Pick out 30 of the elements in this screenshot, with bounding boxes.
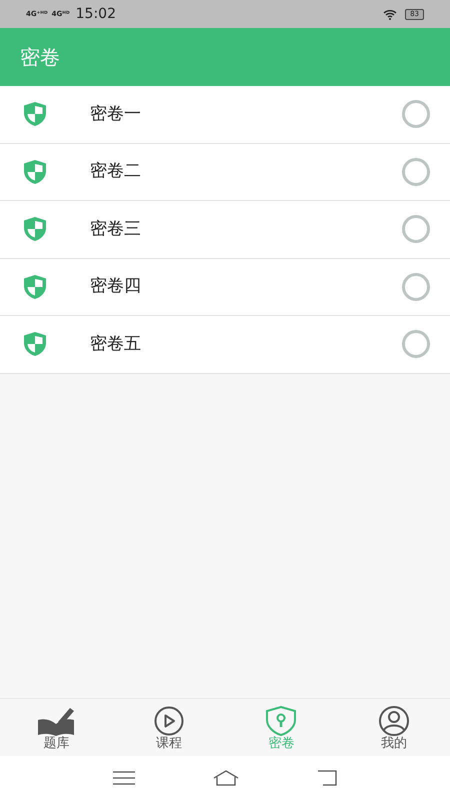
shield-icon (23, 158, 47, 185)
paper-row[interactable]: 密卷一 (0, 86, 450, 144)
paper-name: 密卷三 (90, 218, 142, 240)
shield-icon (23, 216, 47, 242)
shield-icon (23, 101, 47, 128)
paper-name: 密卷一 (90, 102, 142, 126)
header-title: 密卷 (20, 44, 60, 71)
clock-time: 15:02 (76, 4, 116, 24)
menu-icon[interactable] (113, 771, 135, 785)
shield-icon (23, 331, 47, 358)
radio-button[interactable] (402, 330, 430, 358)
radio-button[interactable] (402, 272, 430, 301)
wifi-icon (383, 8, 398, 20)
radio-button[interactable] (402, 215, 430, 244)
radio-button[interactable] (402, 100, 430, 128)
book-pencil-icon (37, 706, 76, 736)
nav-tab[interactable]: 我的 (338, 699, 450, 756)
nav-tab[interactable]: 课程 (112, 699, 225, 756)
radio-button[interactable] (402, 158, 430, 186)
paper-row[interactable]: 密卷二 (0, 144, 450, 201)
nav-tab[interactable]: 题库 (0, 699, 112, 756)
back-icon[interactable] (317, 770, 337, 786)
paper-row[interactable]: 密卷四 (0, 258, 450, 316)
paper-name: 密卷五 (90, 332, 142, 356)
paper-name: 密卷四 (90, 275, 142, 298)
shield-icon (23, 274, 47, 300)
home-icon[interactable] (213, 770, 239, 786)
paper-name: 密卷二 (90, 160, 142, 183)
paper-row[interactable]: 密卷五 (0, 316, 450, 374)
paper-row[interactable]: 密卷三 (0, 201, 450, 258)
